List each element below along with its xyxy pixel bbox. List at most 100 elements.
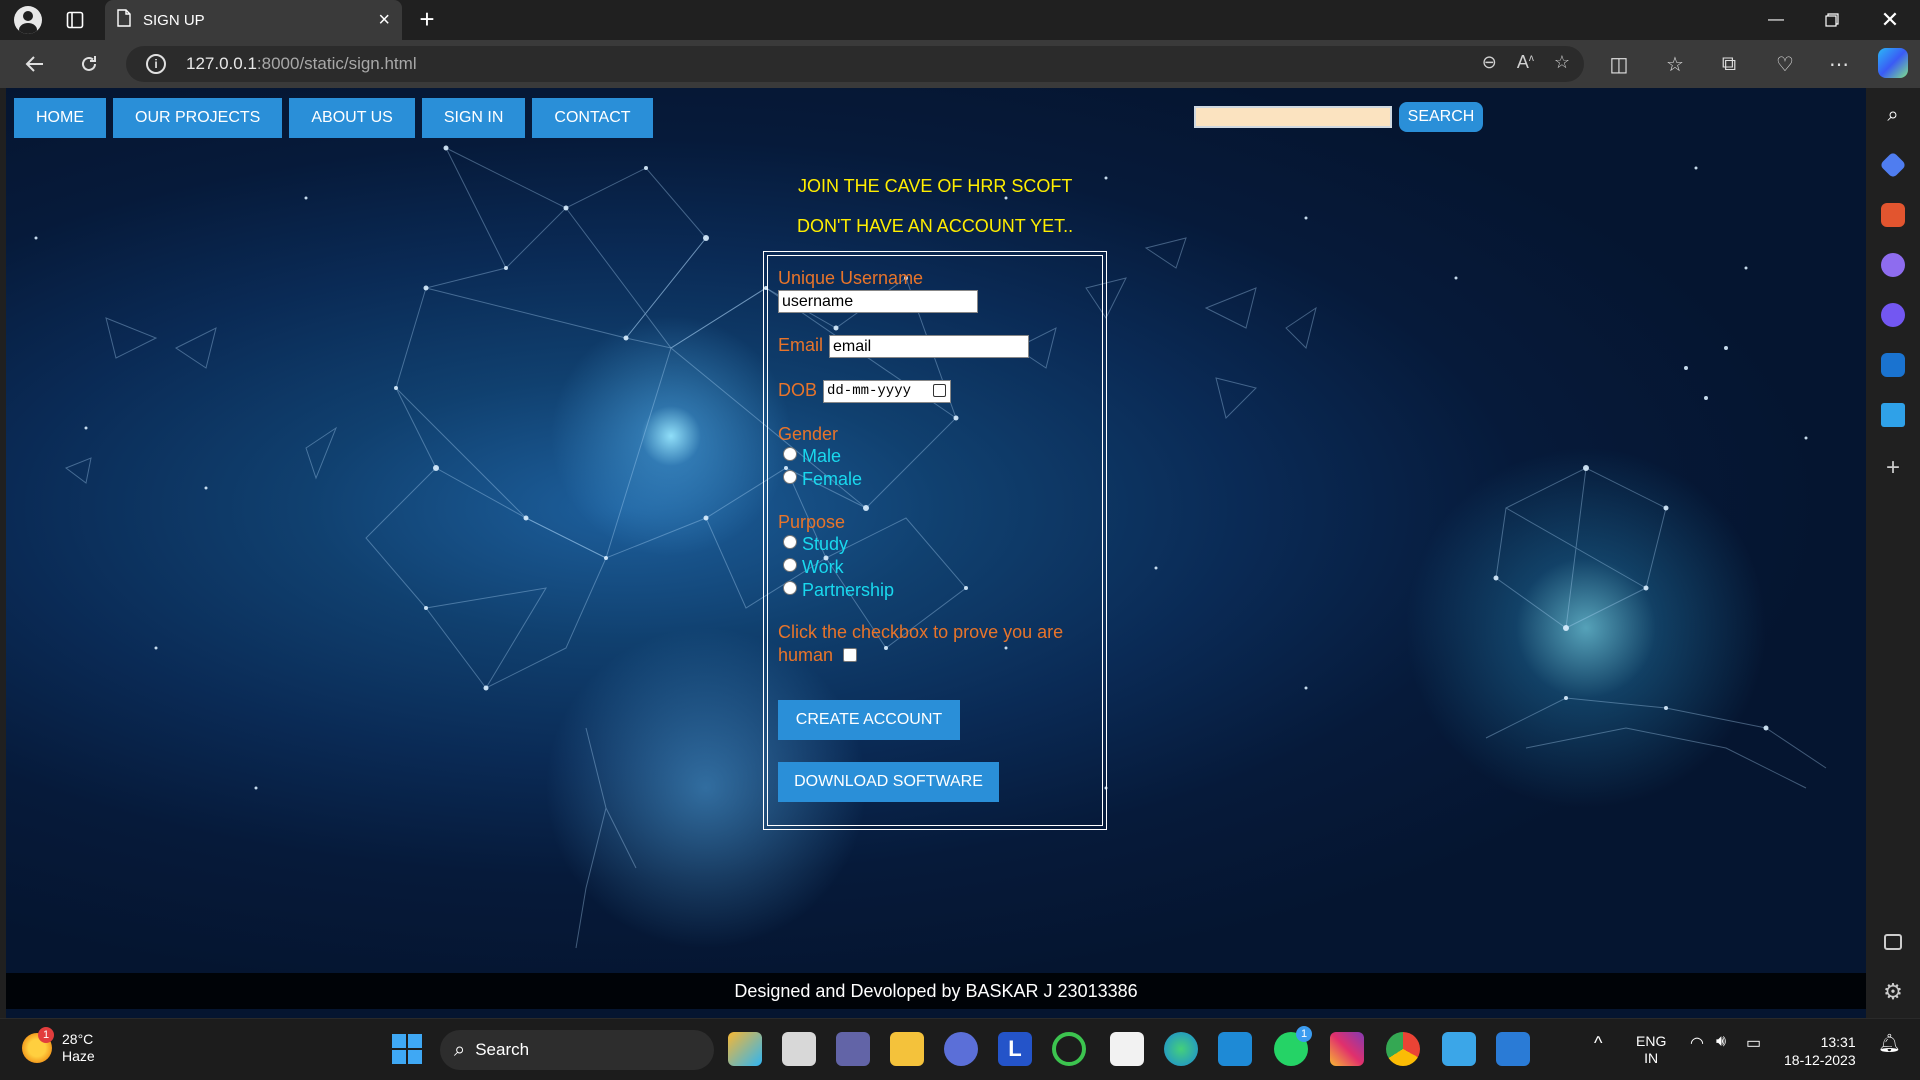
nav-home-button[interactable]: HOME bbox=[14, 98, 106, 138]
human-checkbox[interactable] bbox=[843, 648, 857, 662]
favorites-icon[interactable]: ☆ bbox=[1660, 50, 1690, 78]
battery-icon[interactable]: ▭ bbox=[1746, 1033, 1761, 1053]
instagram-icon[interactable] bbox=[1330, 1032, 1364, 1066]
tab-actions-icon[interactable] bbox=[62, 8, 88, 32]
outlook-icon[interactable] bbox=[1881, 353, 1905, 377]
join-heading: JOIN THE CAVE OF HRR SCOFT bbox=[798, 176, 1073, 196]
tab-title: SIGN UP bbox=[143, 11, 205, 29]
add-sidebar-app-icon[interactable]: + bbox=[1881, 456, 1905, 480]
more-menu-icon[interactable]: ⋯ bbox=[1824, 50, 1854, 78]
human-check-label-2: human bbox=[778, 645, 834, 665]
read-aloud-icon[interactable]: Aʌ bbox=[1517, 52, 1534, 73]
microsoft-365-icon[interactable] bbox=[1881, 303, 1905, 327]
teams-icon[interactable] bbox=[836, 1032, 870, 1066]
purpose-partnership-label: Partnership bbox=[802, 580, 895, 600]
search-input[interactable] bbox=[1194, 106, 1392, 128]
new-tab-icon[interactable]: + bbox=[412, 6, 442, 34]
browser-essentials-icon[interactable]: ♡ bbox=[1770, 50, 1800, 78]
language-indicator[interactable]: ENG IN bbox=[1636, 1033, 1666, 1067]
photos-icon[interactable] bbox=[1496, 1032, 1530, 1066]
dob-placeholder: dd-mm-yyyy bbox=[827, 383, 912, 399]
zoom-icon[interactable]: ⊖ bbox=[1482, 52, 1497, 73]
close-window-icon[interactable]: ✕ bbox=[1862, 0, 1918, 40]
nav-contact-button[interactable]: CONTACT bbox=[532, 98, 653, 138]
search-icon: ⌕ bbox=[454, 1038, 466, 1061]
signup-form: Unique Username username Email email DOB… bbox=[763, 251, 1107, 830]
tray-chevron-icon[interactable]: ^ bbox=[1594, 1033, 1602, 1054]
weather-desc: Haze bbox=[62, 1048, 95, 1064]
nav-sign-in-button[interactable]: SIGN IN bbox=[421, 98, 526, 138]
collections-icon[interactable]: ⧉ bbox=[1714, 50, 1744, 78]
profile-icon[interactable] bbox=[12, 6, 44, 34]
restore-icon[interactable] bbox=[1804, 0, 1860, 40]
clock[interactable]: 13:31 18-12-2023 bbox=[1784, 1033, 1856, 1069]
edge-sidebar: ⌕ + ⚙ bbox=[1866, 88, 1920, 1018]
gender-male-radio[interactable] bbox=[783, 447, 797, 461]
search-button[interactable]: SEARCH bbox=[1399, 102, 1483, 132]
vscode-icon[interactable] bbox=[1218, 1032, 1252, 1066]
page-footer: Designed and Devoloped by BASKAR J 23013… bbox=[6, 973, 1866, 1009]
app-icon-l[interactable]: L bbox=[998, 1032, 1032, 1066]
nav-about-us-button[interactable]: ABOUT US bbox=[289, 98, 415, 138]
shopping-tag-icon[interactable] bbox=[1879, 151, 1907, 179]
notification-bell-icon[interactable]: 🔔︎ bbox=[1878, 1033, 1901, 1054]
split-screen-icon[interactable]: ◫ bbox=[1604, 50, 1634, 78]
gender-female-label: Female bbox=[802, 469, 863, 489]
browser-titlebar: SIGN UP × + — ✕ bbox=[0, 0, 1920, 40]
app-icon-ring[interactable] bbox=[1052, 1032, 1086, 1066]
whatsapp-badge: 1 bbox=[1296, 1026, 1312, 1042]
store-icon[interactable] bbox=[1110, 1032, 1144, 1066]
download-software-button[interactable]: DOWNLOAD SOFTWARE bbox=[778, 762, 999, 802]
refresh-icon[interactable] bbox=[74, 50, 104, 78]
sidebar-settings-icon[interactable]: ⚙ bbox=[1881, 980, 1905, 1004]
gender-label: Gender bbox=[778, 424, 839, 444]
chrome-icon[interactable] bbox=[1386, 1032, 1420, 1066]
calendar-icon[interactable] bbox=[933, 384, 946, 397]
taskbar-search-label: Search bbox=[475, 1040, 530, 1059]
email-input[interactable]: email bbox=[829, 335, 1029, 358]
favorite-star-icon[interactable]: ☆ bbox=[1554, 52, 1570, 73]
file-explorer-icon[interactable] bbox=[890, 1032, 924, 1066]
purpose-study-radio[interactable] bbox=[783, 535, 797, 549]
browser-tab[interactable]: SIGN UP × bbox=[105, 0, 402, 40]
back-icon[interactable] bbox=[20, 50, 50, 78]
purpose-partnership-radio[interactable] bbox=[783, 581, 797, 595]
copilot-icon[interactable] bbox=[1878, 48, 1908, 78]
tools-icon[interactable] bbox=[1881, 203, 1905, 227]
browser-toolbar: i 127.0.0.1:8000/static/sign.html ⊖ Aʌ ☆… bbox=[0, 40, 1920, 88]
weather-widget[interactable]: 1 28°C Haze bbox=[22, 1027, 95, 1065]
volume-icon[interactable]: 🔊︎ bbox=[1716, 1033, 1726, 1051]
gender-female-radio[interactable] bbox=[783, 470, 797, 484]
weather-badge: 1 bbox=[38, 1027, 54, 1043]
purpose-work-label: Work bbox=[802, 557, 844, 577]
minimize-icon[interactable]: — bbox=[1748, 0, 1804, 40]
task-view-icon[interactable] bbox=[782, 1032, 816, 1066]
username-input[interactable]: username bbox=[778, 290, 978, 313]
username-label: Unique Username bbox=[778, 268, 924, 288]
email-label: Email bbox=[778, 335, 824, 355]
app-icon-a[interactable] bbox=[944, 1032, 978, 1066]
hide-sidebar-icon[interactable] bbox=[1884, 934, 1902, 950]
weather-sun-icon: 1 bbox=[22, 1027, 54, 1063]
nav-our-projects-button[interactable]: OUR PROJECTS bbox=[113, 98, 283, 138]
purpose-work-radio[interactable] bbox=[783, 558, 797, 572]
edge-icon[interactable] bbox=[1164, 1032, 1198, 1066]
copilot-taskbar-icon[interactable] bbox=[728, 1032, 762, 1066]
wifi-icon[interactable]: ◠ bbox=[1690, 1033, 1704, 1053]
windows-taskbar: 1 28°C Haze ⌕ Search L 1 ^ ENG IN ◠ 🔊︎ ▭ … bbox=[0, 1018, 1920, 1080]
dob-input[interactable]: dd-mm-yyyy bbox=[823, 380, 951, 403]
dob-label: DOB bbox=[778, 380, 818, 400]
start-icon[interactable] bbox=[390, 1032, 424, 1066]
taskbar-search[interactable]: ⌕ Search bbox=[440, 1030, 714, 1070]
games-icon[interactable] bbox=[1881, 253, 1905, 277]
notepad-icon[interactable] bbox=[1442, 1032, 1476, 1066]
purpose-study-label: Study bbox=[802, 534, 849, 554]
drop-icon[interactable] bbox=[1881, 403, 1905, 427]
create-account-button[interactable]: CREATE ACCOUNT bbox=[778, 700, 960, 740]
close-tab-icon[interactable]: × bbox=[378, 9, 390, 32]
url-text: 127.0.0.1:8000/static/sign.html bbox=[186, 54, 417, 73]
whatsapp-icon[interactable]: 1 bbox=[1274, 1026, 1312, 1066]
address-bar[interactable]: i 127.0.0.1:8000/static/sign.html ⊖ Aʌ ☆ bbox=[126, 46, 1584, 82]
sidebar-search-icon[interactable]: ⌕ bbox=[1881, 104, 1905, 128]
site-info-icon[interactable]: i bbox=[146, 54, 166, 74]
